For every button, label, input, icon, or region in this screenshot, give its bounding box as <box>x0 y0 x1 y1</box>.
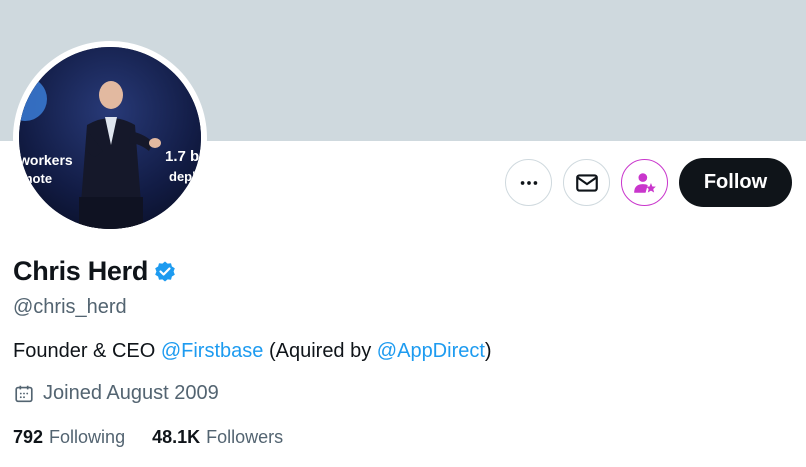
join-date: Joined August 2009 <box>13 382 219 405</box>
mail-icon <box>575 173 598 192</box>
avatar-photo: workers mote 1.7 bi depl <box>19 47 201 229</box>
followers-link[interactable]: 48.1K Followers <box>152 427 283 448</box>
follow-button[interactable]: Follow <box>679 158 792 207</box>
profile-actions: Follow <box>505 158 792 207</box>
followers-count: 48.1K <box>152 427 201 447</box>
avatar-sign-right-2: depl <box>169 169 196 184</box>
bio-text-suffix: ) <box>484 340 492 362</box>
avatar-frame: workers mote 1.7 bi depl <box>13 41 207 235</box>
following-count: 792 <box>13 427 44 447</box>
followers-label: Followers <box>206 427 284 447</box>
avatar-sign-left-2: mote <box>21 171 52 186</box>
avatar-sign-left-1: workers <box>19 152 73 168</box>
avatar-sign-right-1: 1.7 bi <box>165 148 201 165</box>
following-link[interactable]: 792 Following <box>13 427 125 448</box>
more-button[interactable] <box>505 159 552 206</box>
profile-bio: Founder & CEO @Firstbase (Aquired by @Ap… <box>13 340 492 363</box>
profile-name-row: Chris Herd <box>13 256 177 287</box>
message-button[interactable] <box>563 159 610 206</box>
bio-text-prefix: Founder & CEO <box>13 340 161 362</box>
more-icon <box>520 180 537 185</box>
avatar[interactable]: workers mote 1.7 bi depl <box>19 47 201 229</box>
user-handle: @chris_herd <box>13 296 127 318</box>
calendar-icon <box>13 383 35 405</box>
follow-stats: 792 Following 48.1K Followers <box>13 427 310 448</box>
join-date-text: Joined August 2009 <box>43 382 219 404</box>
subscribe-star-icon <box>633 172 656 193</box>
subscribe-button[interactable] <box>621 159 668 206</box>
bio-text-middle: (Aquired by <box>263 340 377 362</box>
verified-badge-icon[interactable] <box>153 260 177 284</box>
mention-appdirect-link[interactable]: @AppDirect <box>377 340 485 362</box>
mention-firstbase-link[interactable]: @Firstbase <box>161 340 264 362</box>
following-label: Following <box>49 427 126 447</box>
display-name: Chris Herd <box>13 256 149 286</box>
